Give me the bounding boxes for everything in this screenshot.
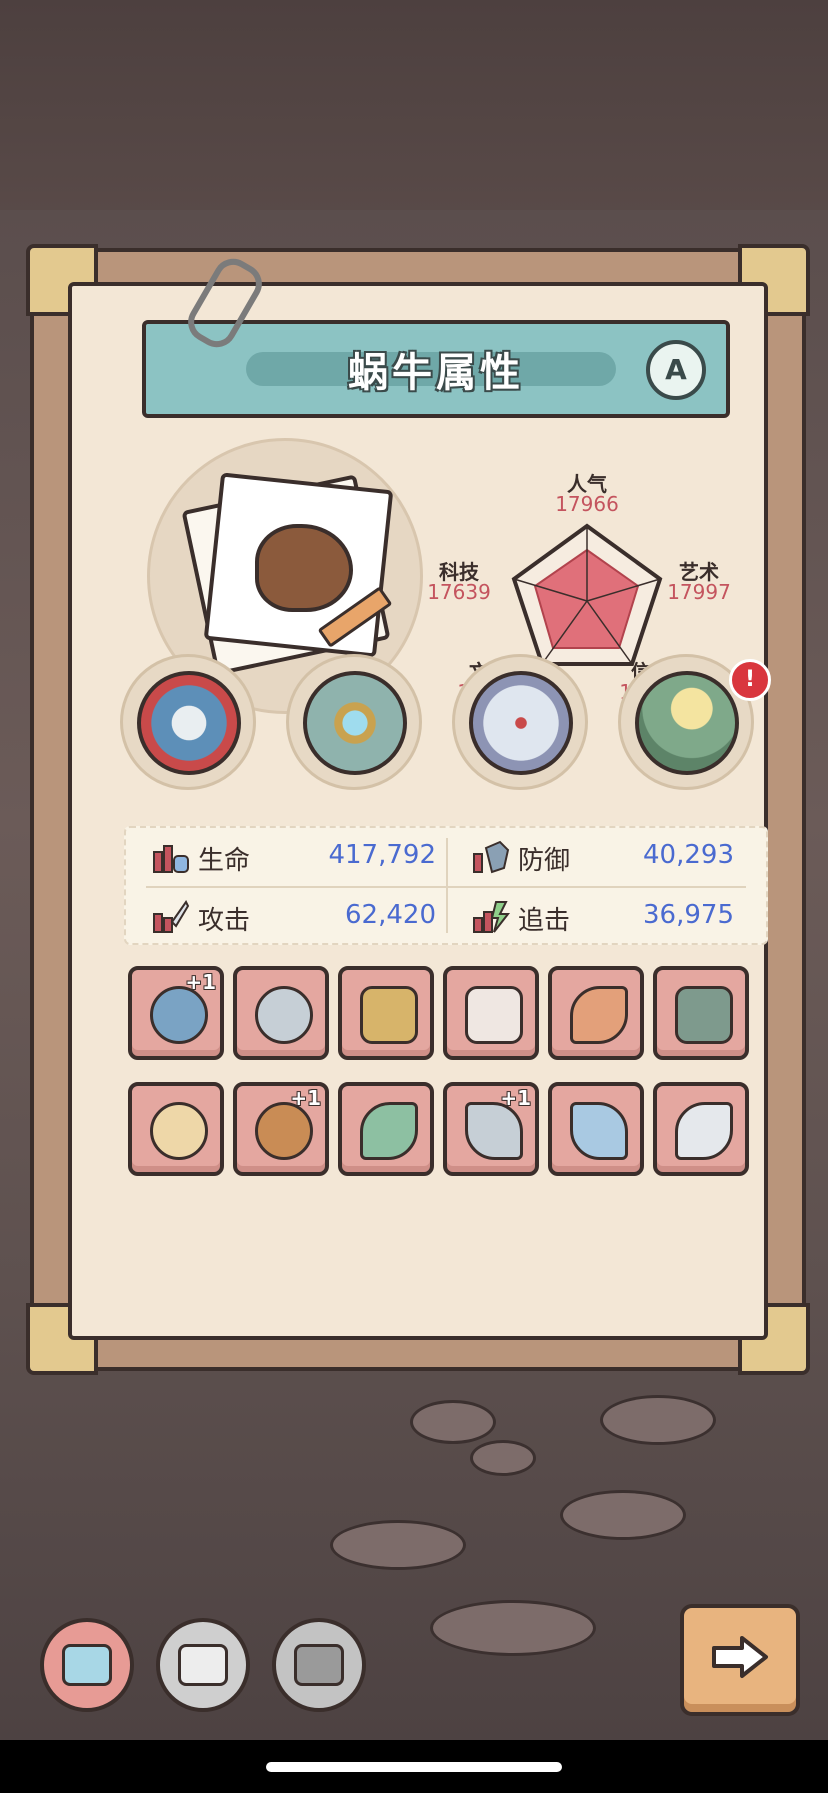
ring-icon [255,986,313,1044]
radar-value-tech: 17639 [427,580,491,604]
orb-icon [255,1102,313,1160]
grade-badge[interactable]: A [646,340,706,400]
equipment-grid: +1 +1 +1 [128,966,758,1206]
stepping-stone [470,1440,536,1476]
stat-defense: 防御 40,293 [470,832,740,880]
upgrade-label: +1 [290,1086,321,1110]
stat-value-defense: 40,293 [643,840,734,870]
equipment-slot[interactable] [653,1082,749,1176]
stepping-stone [560,1490,686,1540]
chase-icon [473,901,510,933]
stat-value-hp: 417,792 [328,840,436,870]
attribute-panel: 蜗牛属性 A 人气 17966 艺术 17997 科技 17639 ! 生命 4… [26,244,810,1375]
home-indicator[interactable] [266,1762,562,1772]
radar-value-popularity: 17966 [555,492,619,516]
stat-label-chase: 追击 [518,906,571,936]
spear-icon [675,1102,733,1160]
stat-chase: 追击 36,975 [470,892,740,940]
amulet-icon [360,986,418,1044]
skull-mace-icon [150,1102,208,1160]
equipment-slot[interactable] [128,1082,224,1176]
equipment-slot[interactable] [548,966,644,1060]
nav-button-map[interactable] [40,1618,134,1712]
defense-icon [473,840,510,874]
hp-icon [153,845,189,873]
stat-label-hp: 生命 [198,846,251,876]
arrow-right-icon [712,1636,768,1678]
dagger-icon [465,1102,523,1160]
background-top [0,0,828,240]
panel-title: 蜗牛属性 [348,350,524,396]
sword-icon [570,1102,628,1160]
stat-label-defense: 防御 [518,846,571,876]
stepping-stone [410,1400,496,1444]
equipment-slot[interactable] [653,966,749,1060]
equipment-slot[interactable] [233,966,329,1060]
scepter-icon [570,986,628,1044]
equipment-slot[interactable] [548,1082,644,1176]
equipment-slot[interactable] [338,1082,434,1176]
armor-icon [465,986,523,1044]
relic-slot-torch[interactable]: ! [618,654,771,790]
stepping-stone [330,1520,466,1570]
stat-value-chase: 36,975 [643,900,734,930]
relic-slot-dragon[interactable] [120,654,256,790]
attack-icon [153,900,190,933]
equipment-slot[interactable]: +1 [443,1082,539,1176]
stepping-stone [600,1395,716,1445]
stat-label-attack: 攻击 [198,906,251,936]
lion-portrait-icon [255,524,353,612]
relic-slot-compass[interactable] [452,654,588,790]
panel-paper: 蜗牛属性 A 人气 17966 艺术 17997 科技 17639 ! 生命 4… [68,282,771,1340]
stats-divider [146,886,746,888]
radar-value-art: 17997 [667,580,731,604]
nav-button-locked[interactable] [272,1618,366,1712]
upgrade-label: +1 [500,1086,531,1110]
stat-hp: 生命 417,792 [150,832,440,880]
torch-relic-icon [635,671,739,775]
nav-button-gear[interactable] [156,1618,250,1712]
locked-map-icon [294,1644,344,1686]
stat-value-attack: 62,420 [345,900,436,930]
map-icon [62,1644,112,1686]
stone-relic-icon [303,671,407,775]
equipment-slot[interactable]: +1 [128,966,224,1060]
equipment-slot[interactable]: +1 [233,1082,329,1176]
stepping-stone [430,1600,596,1656]
equipment-slot[interactable] [443,966,539,1060]
dragon-relic-icon [137,671,241,775]
stats-table: 生命 417,792 防御 40,293 攻击 62,420 追击 36,975 [124,826,768,945]
compass-relic-icon [469,671,573,775]
next-button[interactable] [680,1604,800,1716]
gear-icon [178,1644,228,1686]
upgrade-label: +1 [185,970,216,994]
stat-attack: 攻击 62,420 [150,892,440,940]
equipment-slot[interactable] [338,966,434,1060]
hammer-icon [675,986,733,1044]
ring-icon [150,986,208,1044]
serpent-staff-icon [360,1102,418,1160]
alert-badge: ! [729,659,771,701]
relic-slot-stone[interactable] [286,654,422,790]
